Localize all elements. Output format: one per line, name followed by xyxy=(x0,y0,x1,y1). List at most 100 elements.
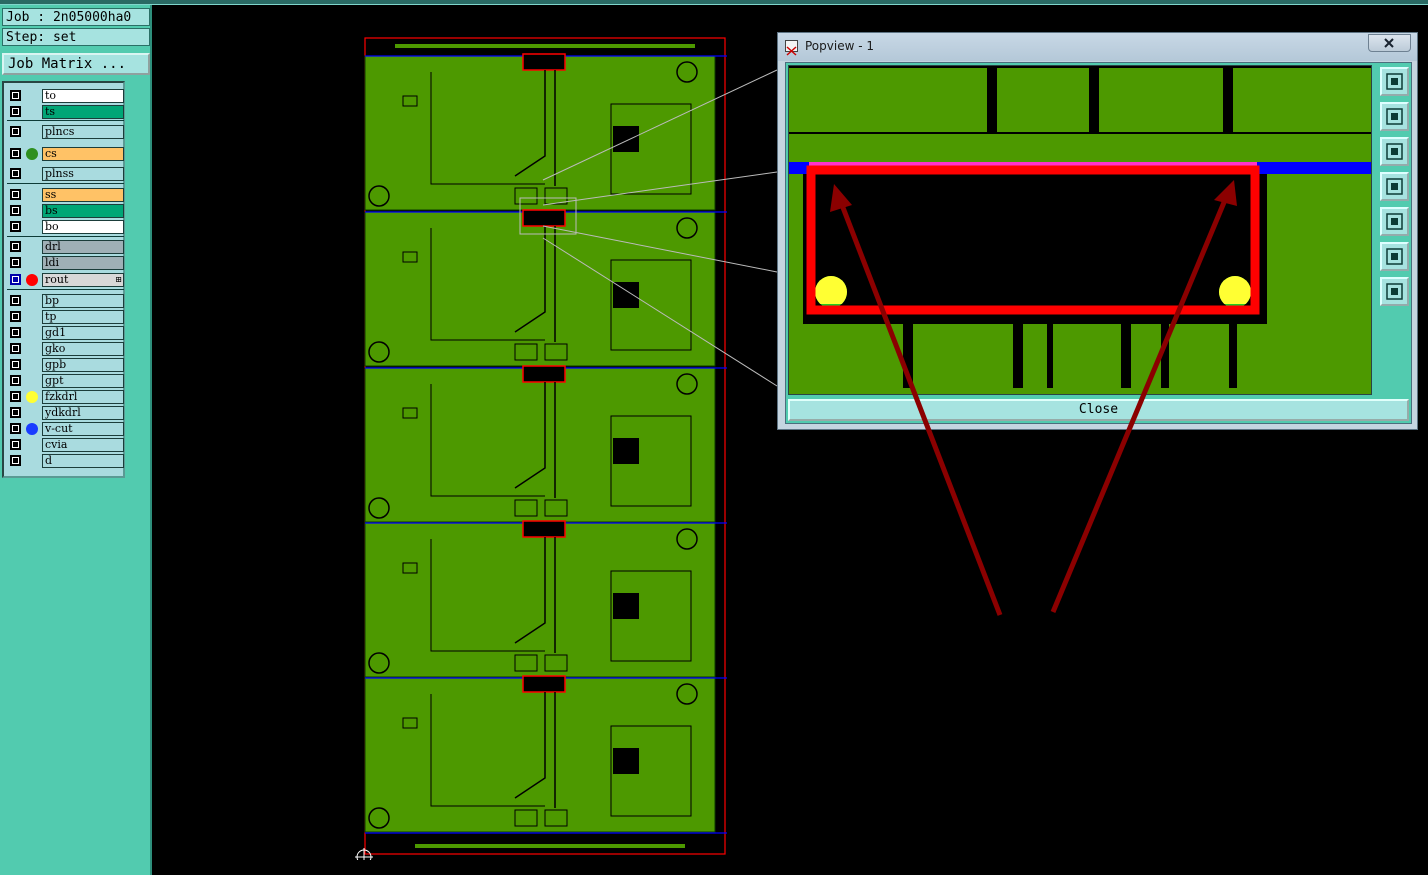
top-rail-marks xyxy=(395,44,695,48)
layer-name: tp xyxy=(42,310,124,324)
layer-row-gpt[interactable]: gpt xyxy=(7,374,124,388)
layer-checkbox[interactable] xyxy=(10,148,21,159)
pcb-unit-2 xyxy=(364,211,716,367)
layer-row-rout[interactable]: rout ⊞ xyxy=(7,273,124,287)
layer-list: to ts plncs cs plnss ss bs bo drl ldi rout ⊞ bp tp gd1… xyxy=(2,81,125,478)
pcb-unit-4 xyxy=(364,522,716,678)
layer-name: plncs xyxy=(42,125,124,139)
layer-affected-icon: ⊞ xyxy=(115,275,122,284)
layer-name: v-cut xyxy=(42,422,124,436)
layer-name: cs xyxy=(42,147,124,161)
layer-checkbox[interactable] xyxy=(10,241,21,252)
rout-slot xyxy=(522,675,566,693)
rout-slot xyxy=(522,520,566,538)
layer-name: bs xyxy=(42,204,124,218)
ic-pad xyxy=(613,438,639,464)
layer-checkbox[interactable] xyxy=(10,90,21,101)
layer-checkbox[interactable] xyxy=(10,327,21,338)
layer-checkbox[interactable] xyxy=(10,343,21,354)
top-border xyxy=(0,0,1428,5)
layer-row-bo[interactable]: bo xyxy=(7,220,124,234)
layer-row-gko[interactable]: gko xyxy=(7,342,124,356)
layer-row-gpb[interactable]: gpb xyxy=(7,358,124,372)
layer-name: rout ⊞ xyxy=(42,273,124,287)
pcb-panel-view[interactable] xyxy=(355,34,730,866)
layer-name: ts xyxy=(42,105,124,119)
pan-right-icon xyxy=(1386,213,1403,230)
layer-checkbox[interactable] xyxy=(10,439,21,450)
layer-row-tp[interactable]: tp xyxy=(7,310,124,324)
layer-name: gko xyxy=(42,342,124,356)
layer-row-plncs[interactable]: plncs xyxy=(7,125,124,139)
zoom-home-button[interactable] xyxy=(1380,67,1409,96)
layer-row-ldi[interactable]: ldi xyxy=(7,256,124,270)
layer-name: ldi xyxy=(42,256,124,270)
layer-checkbox[interactable] xyxy=(10,311,21,322)
layer-name: bo xyxy=(42,220,124,234)
layer-checkbox[interactable] xyxy=(10,391,21,402)
pcb-canvas[interactable] xyxy=(355,34,730,866)
rout-slot xyxy=(522,365,566,383)
layer-checkbox[interactable] xyxy=(10,205,21,216)
layer-checkbox[interactable] xyxy=(10,423,21,434)
zoom-in-button[interactable] xyxy=(1380,102,1409,131)
center-button[interactable] xyxy=(1380,277,1409,306)
window-close-button[interactable] xyxy=(1368,34,1411,52)
popview-titlebar[interactable]: Popview - 1 xyxy=(778,33,1417,61)
layer-name: ydkdrl xyxy=(42,406,124,420)
layer-name: fzkdrl xyxy=(42,390,124,404)
layer-name: ss xyxy=(42,188,124,202)
popview-zoom-canvas[interactable] xyxy=(788,65,1372,395)
layer-name: plnss xyxy=(42,167,124,181)
layer-row-ss[interactable]: ss xyxy=(7,188,124,202)
ic-pad xyxy=(613,126,639,152)
layer-name: gd1 xyxy=(42,326,124,340)
layer-checkbox[interactable] xyxy=(10,221,21,232)
ic-pad xyxy=(613,593,639,619)
layer-checkbox[interactable] xyxy=(10,359,21,370)
layer-checkbox[interactable] xyxy=(10,295,21,306)
layer-row-d[interactable]: d xyxy=(7,454,124,468)
layer-row-cvia[interactable]: cvia xyxy=(7,438,124,452)
layer-checkbox[interactable] xyxy=(10,375,21,386)
layer-checkbox[interactable] xyxy=(10,407,21,418)
layer-name: gpb xyxy=(42,358,124,372)
layer-checkbox[interactable] xyxy=(10,189,21,200)
layer-row-ts[interactable]: ts xyxy=(7,105,124,119)
layer-row-cs[interactable]: cs xyxy=(7,147,124,161)
layer-row-to[interactable]: to xyxy=(7,89,124,103)
zoom-home-icon xyxy=(1386,73,1403,90)
step-name-field: Step: set xyxy=(2,28,150,46)
popview-body: Close xyxy=(785,62,1412,424)
layer-color-indicator xyxy=(26,274,38,286)
layer-checkbox[interactable] xyxy=(10,257,21,268)
layer-checkbox[interactable] xyxy=(10,274,21,285)
fit-all-button[interactable] xyxy=(1380,242,1409,271)
pcb-unit-1 xyxy=(364,55,716,211)
layer-row-drl[interactable]: drl xyxy=(7,240,124,254)
pan-right-button[interactable] xyxy=(1380,207,1409,236)
layer-row-ydkdrl[interactable]: ydkdrl xyxy=(7,406,124,420)
pcb-unit-5 xyxy=(364,677,716,833)
layer-row-v-cut[interactable]: v-cut xyxy=(7,422,124,436)
layer-row-fzkdrl[interactable]: fzkdrl xyxy=(7,390,124,404)
layer-row-gd1[interactable]: gd1 xyxy=(7,326,124,340)
layer-checkbox[interactable] xyxy=(10,455,21,466)
layer-color-indicator xyxy=(26,391,38,403)
layer-checkbox[interactable] xyxy=(10,168,21,179)
layer-name: to xyxy=(42,89,124,103)
layer-checkbox[interactable] xyxy=(10,126,21,137)
pan-left-button[interactable] xyxy=(1380,172,1409,201)
job-matrix-button[interactable]: Job Matrix ... xyxy=(2,53,150,75)
layer-color-indicator xyxy=(26,423,38,435)
close-button[interactable]: Close xyxy=(788,399,1409,421)
layer-row-bs[interactable]: bs xyxy=(7,204,124,218)
center-icon xyxy=(1386,283,1403,300)
layer-checkbox[interactable] xyxy=(10,106,21,117)
zoom-out-button[interactable] xyxy=(1380,137,1409,166)
layer-name: cvia xyxy=(42,438,124,452)
layer-group-separator xyxy=(7,183,124,184)
layer-row-bp[interactable]: bp xyxy=(7,294,124,308)
layer-row-plnss[interactable]: plnss xyxy=(7,167,124,181)
layer-color-indicator xyxy=(26,148,38,160)
